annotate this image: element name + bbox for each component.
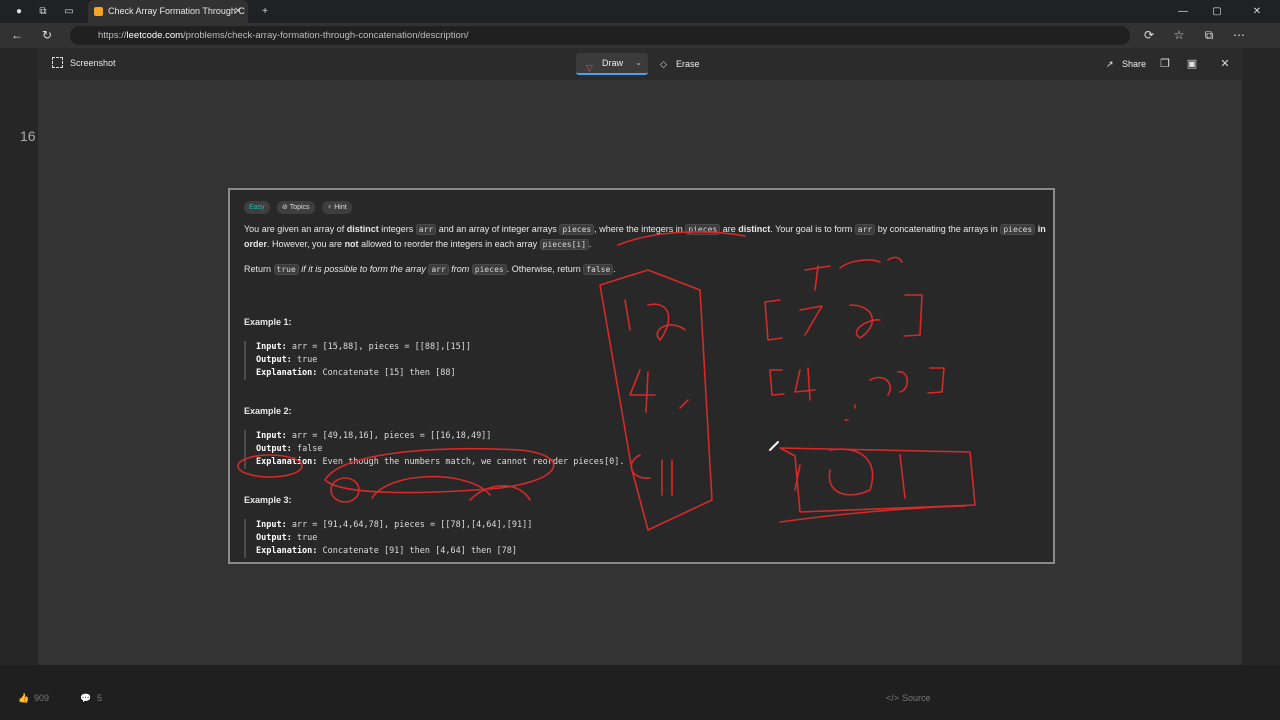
pen-icon: ▽ [586, 63, 593, 73]
tab-title: Check Array Formation Through C [108, 6, 245, 16]
url-prefix: https:// [98, 30, 127, 41]
extensions-icon[interactable]: ⟳ [1140, 26, 1158, 44]
refresh-icon[interactable]: ↻ [38, 26, 56, 44]
like-icon[interactable]: 👍 [18, 693, 29, 704]
copy-icon[interactable]: ❐ [1154, 53, 1176, 75]
erase-label: Erase [676, 59, 700, 69]
address-bar: ← ↻ https://leetcode.com/problems/check-… [0, 23, 1280, 48]
url-domain: leetcode.com [126, 30, 184, 41]
favorites-icon[interactable]: ☆ [1170, 26, 1188, 44]
difficulty-badge: Easy [244, 201, 270, 214]
description-paragraph-2: Return true if it is possible to form th… [244, 264, 616, 275]
page-number-fragment: 16 [20, 128, 36, 144]
left-panel-edge: 16 [0, 48, 38, 720]
collections-icon[interactable]: ⧉ [1200, 26, 1218, 44]
share-button[interactable]: ↗ Share [1106, 53, 1146, 75]
browser-tab-active[interactable]: Check Array Formation Through C ✕ [88, 0, 248, 23]
tab-actions-icon[interactable]: ▭ [52, 0, 86, 23]
code-icon: </> [886, 693, 900, 703]
settings-menu-icon[interactable]: ⋯ [1230, 26, 1248, 44]
example-3-block: Input: arr = [91,4,64,78], pieces = [[78… [244, 519, 1053, 558]
eraser-icon: ◇ [660, 59, 667, 69]
new-tab-icon[interactable]: + [248, 0, 282, 23]
hint-label: Hint [334, 204, 347, 211]
browser-tab-bar: ● ⧉ ▭ Check Array Formation Through C ✕ … [0, 0, 1280, 23]
comment-icon[interactable]: 💬 [80, 693, 91, 704]
url-path: /problems/check-array-formation-through-… [183, 30, 469, 41]
share-label: Share [1122, 59, 1147, 69]
problem-description: You are given an array of distinct integ… [244, 222, 1053, 558]
url-field[interactable]: https://leetcode.com/problems/check-arra… [70, 26, 1130, 45]
screenshot-icon [52, 57, 63, 68]
topics-badge: ⊘ Topics [277, 201, 315, 214]
chevron-down-icon[interactable]: ⌄ [635, 53, 642, 73]
tab-close-icon[interactable]: ✕ [234, 0, 242, 23]
description-paragraph-1: You are given an array of distinct integ… [244, 224, 1046, 250]
topics-label: Topics [289, 204, 310, 211]
problem-badges: Easy ⊘ Topics ♀ Hint [244, 196, 355, 214]
captured-image: Easy ⊘ Topics ♀ Hint You are given an ar… [228, 188, 1055, 564]
leetcode-favicon-icon [94, 7, 103, 16]
save-icon[interactable]: ▣ [1181, 53, 1203, 75]
window-close-icon[interactable]: ✕ [1240, 0, 1274, 23]
example-3-title: Example 3: [244, 495, 292, 505]
example-1-title: Example 1: [244, 317, 292, 327]
maximize-icon[interactable]: ▢ [1200, 0, 1234, 23]
minimize-icon[interactable]: — [1166, 0, 1200, 23]
right-panel-edge [1242, 48, 1280, 720]
screenshot-toolbar: Screenshot ▽ Draw ⌄ ◇ Erase ↗ Share ❐ ▣ … [38, 48, 1242, 80]
close-icon[interactable]: ✕ [1214, 53, 1236, 75]
erase-button[interactable]: ◇ Erase [660, 53, 700, 75]
share-icon: ↗ [1106, 59, 1114, 69]
back-icon[interactable]: ← [8, 26, 26, 44]
page-bottom-strip: 👍 909 💬 5 </> Source [0, 665, 1280, 720]
draw-label: Draw [602, 58, 624, 68]
source-label[interactable]: Source [902, 693, 931, 703]
comment-count: 5 [97, 693, 103, 703]
example-2-title: Example 2: [244, 406, 292, 416]
example-1-block: Input: arr = [15,88], pieces = [[88],[15… [244, 341, 1053, 380]
hint-badge: ♀ Hint [322, 201, 352, 214]
example-2-block: Input: arr = [49,18,16], pieces = [[16,1… [244, 430, 1053, 469]
draw-button[interactable]: ▽ Draw ⌄ [576, 53, 648, 75]
like-count: 909 [34, 693, 50, 703]
screenshot-title: Screenshot [70, 58, 116, 68]
